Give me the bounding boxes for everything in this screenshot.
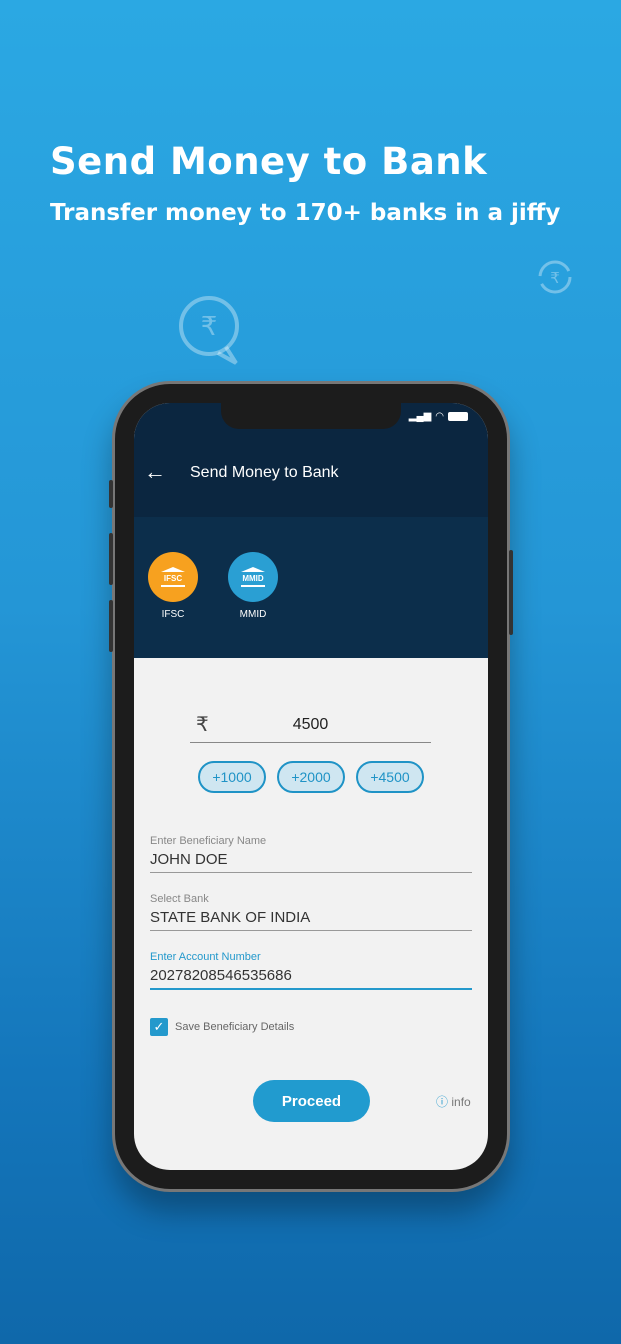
wifi-icon: ◠ bbox=[435, 411, 444, 422]
select-bank-field[interactable]: Select Bank STATE BANK OF INDIA bbox=[150, 893, 472, 931]
mode-label: MMID bbox=[239, 609, 267, 620]
mode-mmid[interactable]: MMID MMID bbox=[228, 552, 278, 620]
quick-amount-1000[interactable]: +1000 bbox=[198, 761, 266, 793]
checkmark-icon[interactable]: ✓ bbox=[150, 1018, 168, 1036]
mode-label: IFSC bbox=[161, 609, 185, 620]
proceed-button[interactable]: Proceed bbox=[253, 1080, 370, 1122]
account-number-field[interactable]: Enter Account Number 20278208546535686 bbox=[150, 951, 472, 990]
beneficiary-name-field[interactable]: Enter Beneficiary Name JOHN DOE bbox=[150, 835, 472, 873]
hero-title: Send Money to Bank bbox=[50, 140, 488, 183]
mode-ifsc[interactable]: IFSC IFSC bbox=[148, 552, 198, 620]
hero-subtitle: Transfer money to 170+ banks in a jiffy bbox=[50, 200, 561, 226]
app-screen: ▂▄▆ ◠ ← Send Money to Bank IFSC IFSC MMID… bbox=[134, 403, 488, 1170]
rupee-chat-icon: ₹ bbox=[178, 295, 242, 370]
field-label: Select Bank bbox=[150, 893, 209, 905]
refresh-rupee-icon: ₹ bbox=[536, 258, 574, 301]
save-beneficiary-checkbox[interactable]: ✓ Save Beneficiary Details bbox=[150, 1018, 294, 1036]
checkbox-label: Save Beneficiary Details bbox=[175, 1021, 295, 1033]
svg-text:₹: ₹ bbox=[550, 270, 560, 287]
signal-icon: ▂▄▆ bbox=[408, 411, 432, 422]
bank-ifsc-icon: IFSC bbox=[148, 552, 198, 602]
screen-title: Send Money to Bank bbox=[190, 464, 339, 481]
svg-text:₹: ₹ bbox=[201, 311, 218, 341]
amount-input[interactable]: ₹ 4500 bbox=[190, 710, 431, 743]
field-value[interactable]: JOHN DOE bbox=[150, 851, 472, 873]
bank-mmid-icon: MMID bbox=[228, 552, 278, 602]
info-icon: ⓘ bbox=[436, 1095, 449, 1109]
field-label: Enter Beneficiary Name bbox=[150, 835, 267, 847]
back-arrow-icon[interactable]: ← bbox=[144, 459, 166, 485]
battery-icon bbox=[448, 412, 468, 421]
notch bbox=[221, 403, 401, 429]
quick-amount-2000[interactable]: +2000 bbox=[277, 761, 345, 793]
status-bar: ▂▄▆ ◠ bbox=[409, 411, 468, 422]
quick-amount-4500[interactable]: +4500 bbox=[356, 761, 424, 793]
amount-value: 4500 bbox=[292, 716, 329, 733]
info-link[interactable]: ⓘ info bbox=[436, 1093, 471, 1110]
field-label: Enter Account Number bbox=[150, 951, 261, 963]
field-value[interactable]: 20278208546535686 bbox=[150, 967, 472, 990]
field-value[interactable]: STATE BANK OF INDIA bbox=[150, 909, 472, 931]
